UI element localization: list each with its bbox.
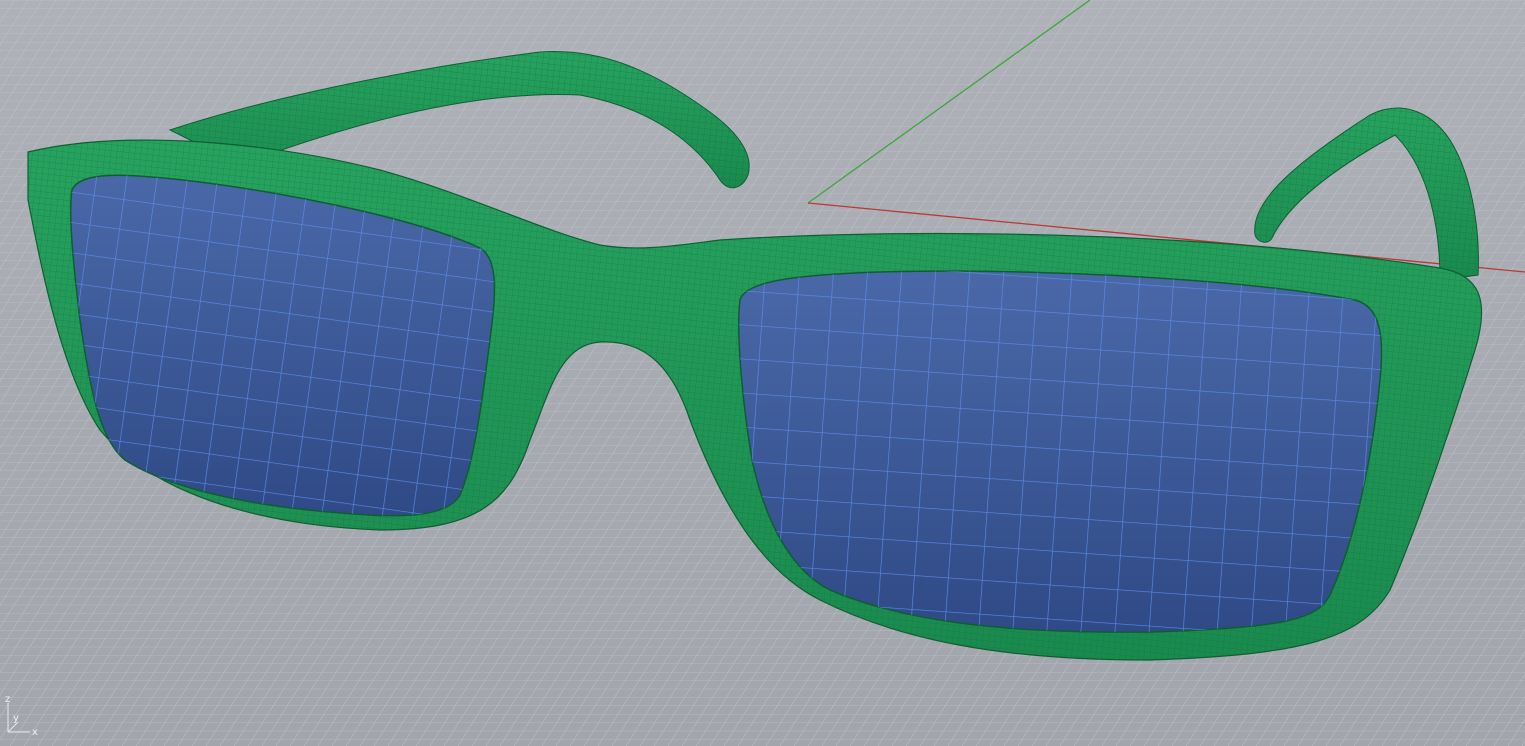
axis-z-label: z (5, 694, 10, 705)
right-lens[interactable] (738, 270, 1383, 633)
axis-y-label: y (13, 713, 19, 724)
rhino-perspective-viewport[interactable]: z y x (0, 0, 1525, 746)
viewport-scene[interactable]: z y x (0, 0, 1525, 746)
axis-x-label: x (32, 727, 38, 738)
